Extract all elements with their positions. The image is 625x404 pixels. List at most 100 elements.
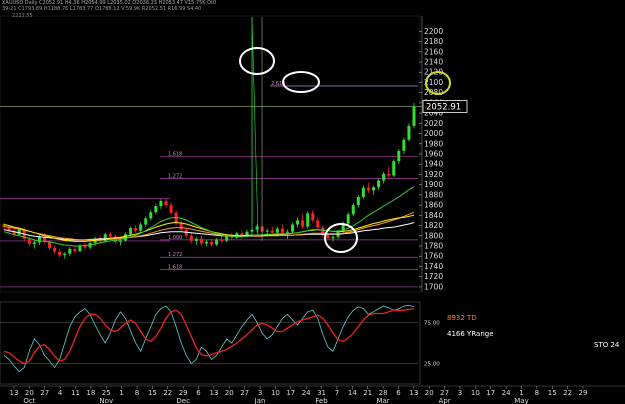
candle-body <box>154 206 158 213</box>
price-tick-label: 1700 <box>424 282 443 291</box>
candle-body <box>118 240 122 242</box>
candle-body <box>159 201 163 207</box>
candle-body <box>402 139 406 151</box>
date-tick-label: 22 <box>563 389 572 397</box>
candle-body <box>285 231 289 233</box>
month-label: Feb <box>315 397 328 404</box>
price-chart-svg[interactable]: 2200218021602140212021002080206020402020… <box>0 0 625 404</box>
date-tick-label: 24 <box>502 389 511 397</box>
date-tick-label: 20 <box>225 389 234 397</box>
candle-body <box>280 228 284 233</box>
candle-body <box>189 235 193 241</box>
chart-window: XAUUSD Daily C2052.91 H4.36 H2054.99 L20… <box>0 0 625 404</box>
price-tick-label: 1860 <box>424 201 443 210</box>
date-tick-label: 4 <box>58 389 63 397</box>
price-tick-label: 1960 <box>424 150 443 159</box>
candle-body <box>134 228 138 231</box>
month-label: May <box>514 397 528 404</box>
candle-body <box>331 236 335 239</box>
date-tick-label: 17 <box>286 389 295 397</box>
month-label: Apr <box>439 397 451 404</box>
date-tick-label: 13 <box>10 389 19 397</box>
date-tick-label: 29 <box>579 389 588 397</box>
candle-body <box>63 253 67 256</box>
date-tick-label: 24 <box>302 389 311 397</box>
candle-body <box>225 235 229 241</box>
date-tick-label: 22 <box>163 389 172 397</box>
annotation-circle-top <box>239 47 275 75</box>
oscillator-level-label: 25.00 <box>424 362 440 368</box>
last-price-value: 2052.91 <box>426 102 461 112</box>
candle-body <box>199 238 203 244</box>
date-tick-label: 14 <box>348 389 357 397</box>
candle-body <box>366 187 370 191</box>
date-tick-label: 27 <box>440 389 449 397</box>
candle-body <box>144 218 148 225</box>
date-tick-label: 15 <box>148 389 157 397</box>
month-label: Nov <box>99 397 113 404</box>
date-tick-label: 7 <box>335 389 339 397</box>
candle-body <box>139 224 143 231</box>
candle-body <box>306 213 310 227</box>
month-label: Oct <box>23 397 35 404</box>
fib-level-label: 1.618 <box>168 265 182 271</box>
date-tick-label: 25 <box>102 389 111 397</box>
date-tick-label: 15 <box>548 389 557 397</box>
price-tick-label: 1780 <box>424 242 443 251</box>
candle-body <box>301 220 305 227</box>
candle-body <box>250 229 254 232</box>
candle-body <box>311 213 315 221</box>
price-tick-label: 1740 <box>424 262 443 271</box>
price-tick-label: 2020 <box>424 119 443 128</box>
candle-body <box>27 238 31 244</box>
price-tick-label: 1760 <box>424 252 443 261</box>
date-tick-label: 6 <box>196 389 201 397</box>
candle-body <box>377 180 381 188</box>
date-tick-label: 20 <box>25 389 34 397</box>
candle-body <box>68 249 72 254</box>
candle-body <box>58 251 62 256</box>
month-label: Mar <box>376 397 389 404</box>
sto-label: STO 24 <box>594 341 620 349</box>
date-tick-label: 8 <box>535 389 539 397</box>
candle-body <box>407 125 411 140</box>
candle-body <box>291 224 295 232</box>
candle-body <box>397 150 401 162</box>
candle-body <box>387 173 391 176</box>
fib-level-label: 1.272 <box>168 252 182 258</box>
price-panel-frame <box>0 15 421 293</box>
candle-body <box>204 241 208 244</box>
candle-body <box>73 249 77 252</box>
date-tick-label: 20 <box>425 389 434 397</box>
date-tick-label: 6 <box>396 389 401 397</box>
date-tick-label: 11 <box>71 389 80 397</box>
candle-body <box>179 223 183 230</box>
price-tick-label: 2160 <box>424 47 443 56</box>
candle-body <box>346 214 350 224</box>
oscillator-panel-frame <box>0 301 421 385</box>
fib-level-label: 1.000 <box>168 235 182 241</box>
date-tick-label: 13 <box>409 389 418 397</box>
date-tick-label: 29 <box>179 389 188 397</box>
date-tick-label: 10 <box>471 389 480 397</box>
candle-body <box>296 220 300 225</box>
date-tick-label: 18 <box>86 389 95 397</box>
candle-body <box>194 238 198 241</box>
month-label: Jan <box>254 397 266 404</box>
price-tick-label: 1900 <box>424 180 443 189</box>
candle-body <box>275 228 279 233</box>
candle-body <box>215 239 219 245</box>
price-tick-label: 1880 <box>424 190 443 199</box>
candle-body <box>412 106 416 126</box>
yrange-label: 4166 YRange <box>447 330 494 338</box>
price-tick-label: 2000 <box>424 129 443 138</box>
candle-body <box>270 230 274 233</box>
candle-body <box>149 212 153 219</box>
date-tick-label: 17 <box>486 389 495 397</box>
oscillator-level-label: 75.00 <box>424 321 440 327</box>
candle-body <box>382 173 386 181</box>
candle-body <box>265 230 269 232</box>
candle-body <box>37 236 41 243</box>
candle-body <box>210 241 214 245</box>
date-tick-label: 10 <box>271 389 280 397</box>
